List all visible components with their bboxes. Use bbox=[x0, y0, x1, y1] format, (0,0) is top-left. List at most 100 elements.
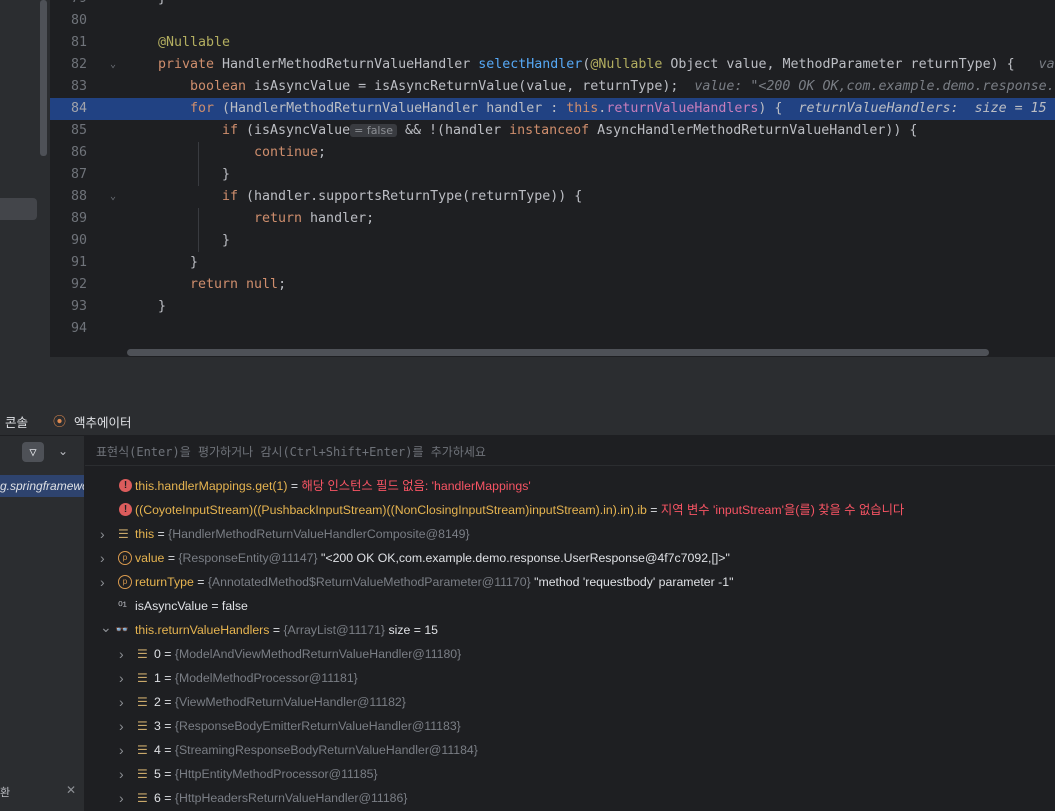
debug-tab-bar: 콘솔 ⦿ 액추에이터 bbox=[0, 407, 1055, 436]
fold-chevron-icon[interactable]: ⌄ bbox=[110, 186, 116, 208]
fold-chevron-icon[interactable]: ⌄ bbox=[110, 54, 116, 76]
error-message: 지역 변수 'inputStream'을(를) 찾을 수 없습니다 bbox=[660, 503, 905, 517]
line-number[interactable]: 80 bbox=[50, 10, 87, 32]
indent-guide bbox=[198, 208, 199, 252]
chevron-right-icon[interactable]: › bbox=[119, 690, 124, 714]
variable-row[interactable]: › ☰ 0 = {ModelAndViewMethodReturnValueHand… bbox=[85, 642, 1055, 666]
line-number[interactable]: 90 bbox=[50, 230, 87, 252]
object-id: {AnnotatedMethod$ReturnValueMethodParame… bbox=[207, 575, 531, 589]
code-token: AsyncHandlerMethodReturnValueHandler)) { bbox=[597, 123, 918, 138]
object-id: {HttpEntityMethodProcessor@11185} bbox=[174, 767, 378, 781]
line-number[interactable]: 92 bbox=[50, 274, 87, 296]
variable-value: false bbox=[221, 599, 248, 613]
chevron-right-icon[interactable]: › bbox=[119, 762, 124, 786]
variable-row[interactable]: › p returnType = {AnnotatedMethod$ReturnVa… bbox=[85, 570, 1055, 594]
separator: = bbox=[160, 719, 175, 733]
chevron-right-icon[interactable]: › bbox=[119, 786, 124, 810]
chevron-down-icon[interactable]: ⌄ bbox=[58, 444, 68, 458]
line-number[interactable]: 83 bbox=[50, 76, 87, 98]
variable-content: 2 = {ViewMethodReturnValueHandler@11182} bbox=[154, 690, 406, 714]
code-text: } bbox=[158, 0, 166, 10]
chevron-right-icon[interactable]: › bbox=[119, 738, 124, 762]
chevron-down-icon[interactable]: ⌄ bbox=[100, 615, 112, 639]
object-id: {ModelMethodProcessor@11181} bbox=[174, 671, 358, 685]
line-number[interactable]: 87 bbox=[50, 164, 87, 186]
field-icon: ☰ bbox=[137, 767, 148, 781]
code-text: } bbox=[158, 296, 166, 318]
separator: = bbox=[160, 647, 175, 661]
variable-name: 3 bbox=[154, 719, 161, 733]
variable-row[interactable]: › ☰ 6 = {HttpHeadersReturnValueHandler@111… bbox=[85, 786, 1055, 810]
code-text: continue; bbox=[254, 142, 326, 164]
project-scrollbar[interactable] bbox=[40, 0, 47, 156]
variable-content: 5 = {HttpEntityMethodProcessor@11185} bbox=[154, 762, 378, 786]
chevron-right-icon[interactable]: › bbox=[119, 714, 124, 738]
variable-row[interactable]: ! this.handlerMappings.get(1) = 해당 인스턴스 필… bbox=[85, 474, 1055, 498]
code-token: continue bbox=[254, 145, 319, 160]
close-icon[interactable]: ✕ bbox=[66, 783, 76, 797]
filter-icon[interactable]: ▽ bbox=[22, 442, 44, 462]
variable-row[interactable]: › ☰ 4 = {StreamingResponseBodyReturnValueH… bbox=[85, 738, 1055, 762]
code-token: for bbox=[190, 101, 223, 116]
variable-content: 1 = {ModelMethodProcessor@11181} bbox=[154, 666, 358, 690]
watch-expression: this.handlerMappings.get(1) bbox=[135, 479, 288, 493]
variable-row[interactable]: ⁰¹ isAsyncValue = false bbox=[85, 594, 1055, 618]
line-number[interactable]: 86 bbox=[50, 142, 87, 164]
line-number[interactable]: 79 bbox=[50, 0, 87, 10]
line-number[interactable]: 89 bbox=[50, 208, 87, 230]
chevron-right-icon[interactable]: › bbox=[100, 522, 105, 546]
chevron-right-icon[interactable]: › bbox=[100, 570, 105, 594]
variable-row[interactable]: › ☰ 1 = {ModelMethodProcessor@11181} bbox=[85, 666, 1055, 690]
separator: = bbox=[269, 623, 284, 637]
separator: = bbox=[160, 767, 175, 781]
field-icon: ☰ bbox=[137, 791, 148, 805]
variable-content: 3 = {ResponseBodyEmitterReturnValueHandl… bbox=[154, 714, 461, 738]
editor-horizontal-scrollbar[interactable] bbox=[127, 349, 989, 356]
tab-actuator[interactable]: 액추에이터 bbox=[74, 412, 132, 431]
code-editor[interactable]: 78handler.handleReturnValue(returnValue,… bbox=[50, 0, 1055, 357]
line-number[interactable]: 93 bbox=[50, 296, 87, 318]
line-number[interactable]: 82 bbox=[50, 54, 87, 76]
separator: = bbox=[160, 743, 175, 757]
line-number[interactable]: 84 bbox=[50, 98, 87, 120]
tab-console[interactable]: 콘솔 bbox=[5, 412, 28, 431]
inline-debug-value: returnValueHandlers: size = 15 bbox=[798, 101, 1047, 116]
code-token: if bbox=[222, 189, 247, 204]
line-number[interactable]: 94 bbox=[50, 318, 87, 340]
variable-row[interactable]: › p value = {ResponseEntity@11147} "<200 O… bbox=[85, 546, 1055, 570]
annotation: @Nullable bbox=[158, 35, 231, 50]
variable-row[interactable]: › ☰ 2 = {ViewMethodReturnValueHandler@1118… bbox=[85, 690, 1055, 714]
chevron-right-icon[interactable]: › bbox=[119, 642, 124, 666]
code-line: 79} bbox=[50, 0, 1055, 10]
code-line: 87} bbox=[50, 164, 1055, 186]
variable-content: isAsyncValue = false bbox=[135, 594, 248, 618]
project-selected-item[interactable] bbox=[0, 198, 37, 220]
chevron-right-icon[interactable]: › bbox=[119, 666, 124, 690]
variable-name: 5 bbox=[154, 767, 161, 781]
object-id: {ResponseBodyEmitterReturnValueHandler@1… bbox=[174, 719, 461, 733]
variable-row[interactable]: ⌄ 👓 this.returnValueHandlers = {ArrayList@… bbox=[85, 618, 1055, 642]
line-number[interactable]: 81 bbox=[50, 32, 87, 54]
indent-guide bbox=[198, 142, 199, 186]
variable-content: 0 = {ModelAndViewMethodReturnValueHandle… bbox=[154, 642, 461, 666]
chevron-right-icon[interactable]: › bbox=[100, 546, 105, 570]
frame-list-item[interactable]: g.springframewo bbox=[0, 475, 84, 497]
code-text: return handler; bbox=[254, 208, 374, 230]
variable-row[interactable]: › ☰ 5 = {HttpEntityMethodProcessor@11185} bbox=[85, 762, 1055, 786]
variable-row[interactable]: ! ((CoyoteInputStream)((PushbackInputStre… bbox=[85, 498, 1055, 522]
code-token: this bbox=[566, 101, 599, 116]
variable-row[interactable]: › ☰ 3 = {ResponseBodyEmitterReturnValueHan… bbox=[85, 714, 1055, 738]
evaluate-input[interactable]: 표현식(Enter)을 평가하거나 감시(Ctrl+Shift+Enter)를 … bbox=[96, 443, 486, 460]
variable-content: returnType = {AnnotatedMethod$ReturnValu… bbox=[135, 570, 733, 594]
code-line: 81 @Nullable bbox=[50, 32, 1055, 54]
panel-splitter[interactable] bbox=[0, 357, 1055, 407]
line-number[interactable]: 91 bbox=[50, 252, 87, 274]
code-token: private bbox=[158, 57, 223, 72]
line-number[interactable]: 88 bbox=[50, 186, 87, 208]
variable-row[interactable]: › ☰ this = {HandlerMethodReturnValueHandle… bbox=[85, 522, 1055, 546]
code-line: 91} bbox=[50, 252, 1055, 274]
code-token: HandlerMethodReturnValueHandler bbox=[222, 57, 479, 72]
line-number[interactable]: 85 bbox=[50, 120, 87, 142]
code-line: 94 bbox=[50, 318, 1055, 340]
variable-value: size = 15 bbox=[385, 623, 439, 637]
